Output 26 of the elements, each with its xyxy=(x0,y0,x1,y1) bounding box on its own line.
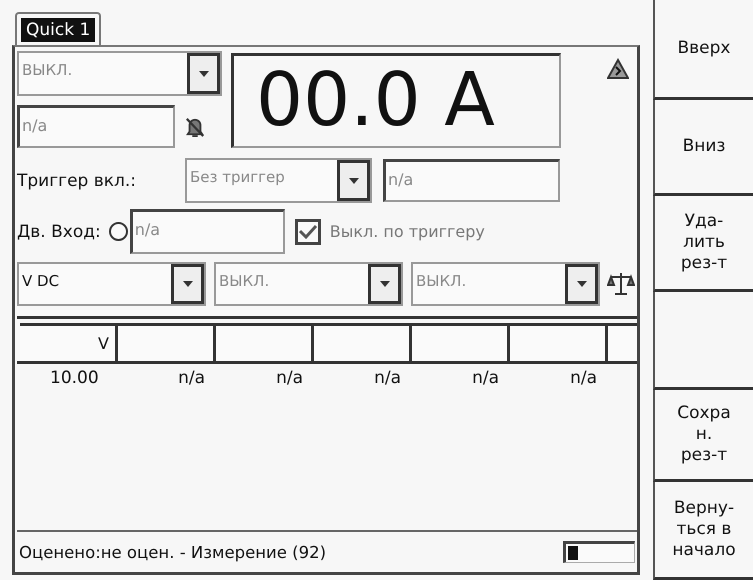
reading-display: 00.0 A xyxy=(231,53,561,148)
softkey[interactable]: Уда- лить рез-т xyxy=(653,196,753,292)
softkey[interactable]: Вверх xyxy=(653,0,753,100)
radio-button[interactable] xyxy=(108,222,128,241)
table-cell-text: 10.00 xyxy=(49,368,100,388)
scales-icon xyxy=(607,270,635,298)
dual-input-label: Дв. Вход: xyxy=(17,222,101,242)
status-text: Оценено:не оцен. - Измерение (92) xyxy=(19,542,326,562)
table-cell-text: n/a xyxy=(177,368,206,388)
softkey[interactable]: Вниз xyxy=(653,100,753,196)
column-header: V xyxy=(20,323,118,361)
muted-bell-icon xyxy=(185,116,205,138)
trigger-label: Триггер вкл.: xyxy=(17,170,138,190)
checkbox[interactable] xyxy=(294,218,321,244)
table-cell-text: n/a xyxy=(569,368,598,388)
softkey[interactable]: Сохра н. рез-т xyxy=(653,390,753,482)
table-cell-text: n/a xyxy=(471,368,500,388)
softkey[interactable]: Верну- ться в начало xyxy=(653,482,753,580)
expand-icon[interactable] xyxy=(607,58,629,80)
blank-softkey[interactable] xyxy=(653,292,753,390)
channel-dropdown[interactable]: V DC xyxy=(17,262,206,306)
table-cell-text: n/a xyxy=(373,368,402,388)
tab[interactable]: Quick 1 xyxy=(15,12,102,45)
checkbox-label: Выкл. по триггеру xyxy=(330,222,485,241)
table-cell-text: n/a xyxy=(275,368,304,388)
checkmark-icon xyxy=(298,224,317,238)
